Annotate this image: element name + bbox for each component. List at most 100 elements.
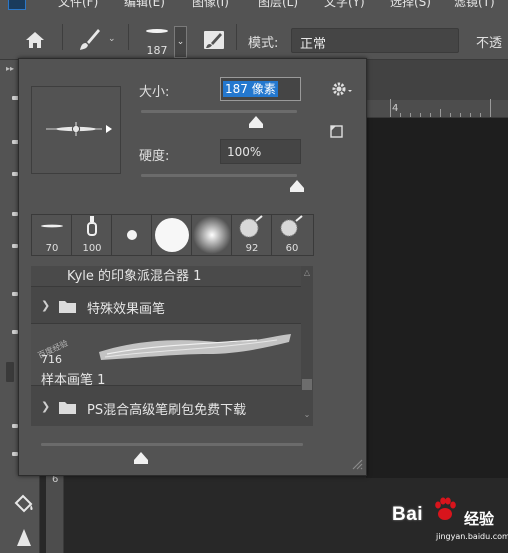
paw-logo-icon (430, 494, 460, 524)
ruler-number: 4 (392, 103, 399, 114)
hardness-value: 100% (227, 145, 262, 159)
collapse-arrows-icon[interactable]: ▸▸ (6, 64, 14, 73)
list-item[interactable]: Kyle 的印象派混合器 1 (31, 266, 301, 287)
ruler-tick (390, 99, 391, 117)
chisel-brush-icon (87, 216, 97, 236)
recent-brush-slot[interactable] (112, 215, 152, 255)
list-item[interactable]: ❯ PS混合高级笔刷包免费下载 (31, 386, 301, 426)
chevron-right-icon[interactable]: ❯ (41, 299, 50, 312)
recent-brush-size: 70 (45, 243, 59, 254)
divider (128, 24, 129, 50)
recent-brush-slot[interactable] (192, 215, 232, 255)
gear-icon[interactable] (329, 79, 355, 99)
menu-image[interactable]: 图像(I) (192, 0, 229, 10)
menu-edit[interactable]: 编辑(E) (124, 0, 165, 10)
chevron-right-icon[interactable]: ❯ (41, 400, 50, 413)
chevron-down-icon[interactable]: ⌄ (108, 34, 116, 44)
list-item[interactable]: 百度经验 716 样本画笔 1 (31, 324, 301, 388)
brush-settings-panel-icon[interactable] (202, 28, 226, 52)
brush-tip-preview (31, 86, 121, 174)
size-input[interactable]: 187 像素 (220, 77, 301, 101)
scroll-up-icon[interactable]: △ (302, 268, 312, 277)
watermark-url: jingyan.baidu.com (436, 532, 508, 541)
ruler-tick (430, 113, 431, 117)
size-label: 大小: (139, 85, 170, 100)
menu-type[interactable]: 文字(Y) (324, 0, 365, 10)
list-scrollbar[interactable]: △ ⌄ (301, 266, 313, 426)
options-bar: ⌄ 187 ⌄ 模式: 正常 不透 (0, 12, 508, 60)
folder-icon (59, 402, 76, 414)
ruler-tick (410, 113, 411, 117)
brush-preset-button[interactable]: 187 (140, 26, 174, 62)
size-value: 187 像素 (223, 81, 278, 97)
ruler-tick (400, 113, 401, 117)
menu-layer[interactable]: 图层(L) (258, 0, 298, 10)
ruler-tick (470, 113, 471, 117)
photoshop-logo (8, 0, 26, 10)
textured-brush-icon (280, 215, 303, 237)
ruler-tick (480, 113, 481, 117)
recent-brush-slot[interactable] (152, 215, 192, 255)
list-item[interactable]: ❯ 特殊效果画笔 (31, 287, 301, 324)
home-icon[interactable] (22, 27, 48, 53)
preview-size-slider-thumb[interactable] (133, 449, 148, 464)
textured-brush-icon (239, 215, 263, 238)
menu-filter[interactable]: 滤镜(T) (454, 0, 495, 10)
mode-label: 模式: (248, 36, 279, 51)
recent-brushes: 70 100 92 60 (31, 214, 314, 256)
sample-brush-size: 716 (41, 353, 62, 366)
resize-grip-icon[interactable] (349, 455, 363, 470)
recent-brush-slot[interactable]: 100 (72, 215, 112, 255)
recent-brush-size: 92 (245, 243, 259, 254)
watermark-suffix: 经验 (464, 510, 495, 528)
hardness-label: 硬度: (139, 149, 170, 164)
scrollbar-thumb[interactable] (302, 379, 312, 390)
divider (62, 24, 63, 50)
soft-round-icon (193, 216, 231, 254)
ruler-tick (420, 113, 421, 117)
document-tab-bar (366, 60, 508, 100)
hard-round-icon (155, 218, 189, 252)
brush-preset-list: Kyle 的印象派混合器 1 ❯ 特殊效果画笔 百度经验 716 样本画笔 1 … (31, 266, 313, 426)
horizontal-ruler[interactable] (366, 99, 508, 118)
mode-value: 正常 (300, 37, 327, 52)
size-slider-thumb[interactable] (249, 113, 264, 128)
brush-tool-icon[interactable] (74, 25, 104, 55)
small-round-icon (127, 230, 137, 240)
paint-bucket-icon[interactable] (12, 493, 36, 515)
recent-brush-size: 60 (285, 243, 299, 254)
recent-brush-size: 100 (82, 243, 102, 254)
brush-size-readout: 187 (146, 44, 168, 57)
hardness-input[interactable]: 100% (220, 139, 301, 164)
recent-brush-slot[interactable]: 92 (232, 215, 272, 255)
recent-brush-slot[interactable]: 70 (32, 215, 72, 255)
watermark-brand: Bai (392, 504, 424, 525)
size-slider[interactable] (141, 110, 297, 113)
group-header-label: Kyle 的印象派混合器 1 (67, 269, 202, 284)
mode-select[interactable]: 正常 (291, 28, 459, 53)
ruler-tick (450, 113, 451, 117)
menu-bar: 文件(F) 编辑(E) 图像(I) 图层(L) 文字(Y) 选择(S) 滤镜(T… (0, 0, 508, 12)
menu-file[interactable]: 文件(F) (58, 0, 98, 10)
sample-brush-stroke-icon (99, 334, 291, 360)
document-canvas[interactable] (366, 118, 508, 478)
menu-select[interactable]: 选择(S) (390, 0, 431, 10)
opacity-label: 不透 (476, 36, 503, 51)
recent-brush-slot[interactable]: 60 (272, 215, 312, 255)
active-tool-highlight[interactable] (6, 362, 14, 382)
pen-tool-icon[interactable] (14, 528, 34, 548)
folder-label: PS混合高级笔刷包免费下载 (87, 403, 247, 418)
flat-stroke-icon (41, 224, 63, 228)
ruler-tick (440, 109, 441, 117)
new-preset-icon[interactable] (329, 124, 345, 140)
hardness-slider[interactable] (141, 174, 297, 177)
chevron-down-icon[interactable]: ⌄ (174, 26, 187, 58)
baidu-watermark: Bai 经验 jingyan.baidu.com (392, 494, 508, 544)
brush-preset-picker: 大小: 187 像素 硬度: 100% 70 100 92 60 Kyle 的印… (18, 58, 367, 476)
scroll-down-icon[interactable]: ⌄ (302, 410, 312, 419)
preview-size-slider[interactable] (41, 443, 303, 446)
brush-tip-preview-icon (146, 29, 168, 33)
folder-label: 特殊效果画笔 (87, 302, 166, 317)
ruler-tick (490, 99, 491, 117)
hardness-slider-thumb[interactable] (290, 177, 304, 192)
